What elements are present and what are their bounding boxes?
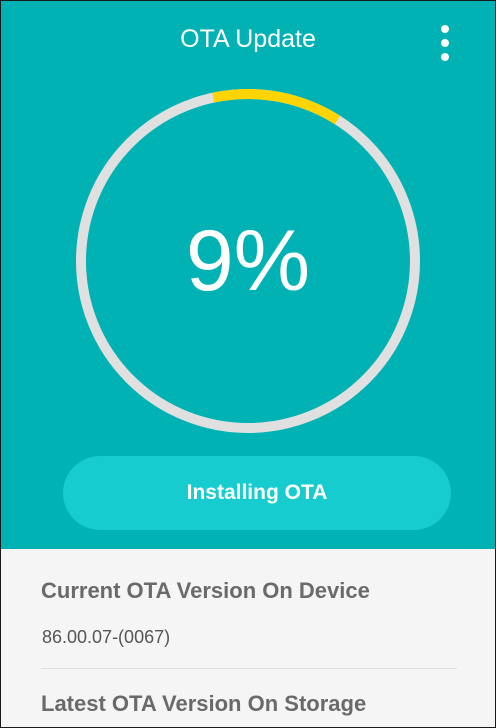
installing-ota-label: Installing OTA [186,481,328,504]
latest-version-label: Latest OTA Version On Storage [41,691,367,716]
current-version-value: 86.00.07-(0067) [42,627,171,647]
screen-frame: OTA Update 9% Installing OTA Current OTA… [0,0,496,728]
header-panel: OTA Update 9% Installing OTA [1,1,495,549]
progress-arc [212,89,341,125]
divider [41,668,457,669]
current-version-label: Current OTA Version On Device [41,578,370,603]
installing-ota-button[interactable]: Installing OTA [63,456,451,530]
progress-percent: 9% [185,213,311,309]
